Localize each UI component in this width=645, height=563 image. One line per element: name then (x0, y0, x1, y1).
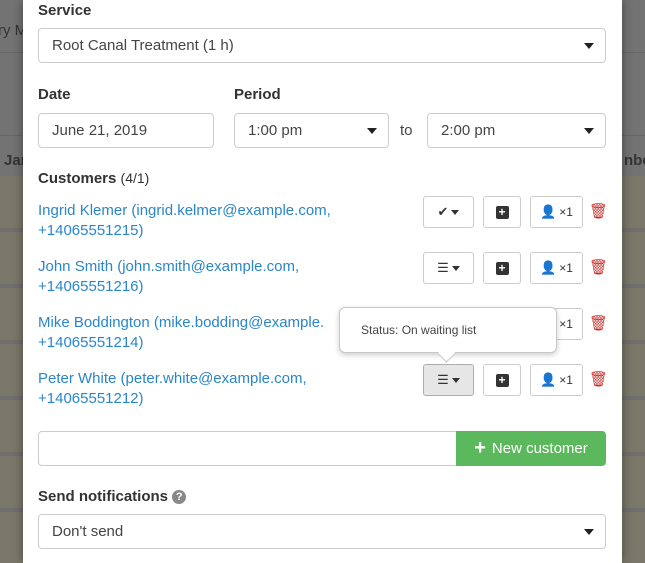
list-icon: ☰ (437, 260, 449, 275)
customer-line1: John Smith (john.smith@example.com, (38, 258, 300, 275)
service-value: Root Canal Treatment (1 h) (52, 37, 234, 54)
trash-icon[interactable]: 🗑 (589, 314, 608, 332)
customer-line1: Ingrid Klemer (ingrid.kelmer@example.com… (38, 202, 331, 219)
service-label: Service (38, 2, 92, 19)
customers-label: Customers (4/1) (38, 170, 149, 187)
caret-down-icon (367, 128, 377, 134)
list-icon: ☰ (437, 372, 449, 387)
notifications-label-text: Send notifications (38, 488, 169, 505)
customer-line2: +14065551214) (38, 334, 144, 351)
customer-line1: Mike Boddington (mike.bodding@example. (38, 314, 325, 331)
customer-search-input[interactable] (38, 431, 463, 466)
help-icon[interactable]: ? (172, 490, 187, 504)
bg-text: nbe (624, 152, 645, 169)
caret-down-icon (451, 209, 460, 215)
check-icon: ✔ (437, 204, 449, 219)
caret-down-icon (584, 128, 594, 134)
user-icon: 👤 (540, 204, 557, 219)
caret-down-icon (451, 377, 460, 383)
period-from-value: 1:00 pm (248, 122, 303, 139)
user-icon: 👤 (540, 372, 557, 387)
persons-button[interactable]: 👤×1 (530, 364, 583, 396)
persons-count: ×1 (559, 205, 573, 219)
period-to-value: 2:00 pm (441, 122, 496, 139)
customer-name-link[interactable]: Ingrid Klemer (ingrid.kelmer@example.com… (38, 201, 331, 241)
customer-line2: +14065551212) (38, 390, 144, 407)
customers-label-text: Customers (38, 170, 117, 187)
date-input[interactable]: June 21, 2019 (38, 113, 214, 148)
customer-name-link[interactable]: Peter White (peter.white@example.com, +14… (38, 369, 307, 409)
caret-down-icon (584, 529, 594, 535)
trash-icon[interactable]: 🗑 (589, 258, 608, 276)
period-from-select[interactable]: 1:00 pm (234, 113, 389, 148)
persons-count: ×1 (559, 317, 573, 331)
plus-square-icon: + (495, 261, 509, 275)
service-select[interactable]: Root Canal Treatment (1 h) (38, 28, 606, 63)
plus-icon: + (474, 437, 486, 459)
status-dropdown-button[interactable]: ☰ (423, 364, 474, 396)
status-tooltip: Status: On waiting list (339, 307, 557, 353)
new-customer-label: New customer (491, 440, 588, 457)
user-icon: 👤 (540, 260, 557, 275)
caret-down-icon (584, 43, 594, 49)
new-customer-button[interactable]: + New customer (456, 431, 606, 466)
trash-icon[interactable]: 🗑 (589, 370, 608, 388)
notifications-label: Send notifications ? (38, 488, 187, 505)
plus-square-icon: + (495, 205, 509, 219)
customer-line2: +14065551216) (38, 278, 144, 295)
appointment-modal: Service Root Canal Treatment (1 h) Date … (23, 0, 622, 563)
persons-button[interactable]: 👤×1 (530, 252, 583, 284)
period-label: Period (234, 86, 281, 103)
extras-button[interactable]: + (483, 252, 521, 284)
status-dropdown-button[interactable]: ✔ (423, 196, 474, 228)
trash-icon[interactable]: 🗑 (589, 202, 608, 220)
customer-line1: Peter White (peter.white@example.com, (38, 370, 307, 387)
notifications-value: Don't send (52, 523, 124, 540)
extras-button[interactable]: + (483, 364, 521, 396)
customers-count: (4/1) (120, 170, 150, 186)
period-to-label: to (400, 122, 413, 139)
plus-square-icon: + (495, 373, 509, 387)
period-to-select[interactable]: 2:00 pm (427, 113, 606, 148)
status-dropdown-button[interactable]: ☰ (423, 252, 474, 284)
date-label: Date (38, 86, 71, 103)
persons-count: ×1 (559, 373, 573, 387)
customer-line2: +14065551215) (38, 222, 144, 239)
persons-button[interactable]: 👤×1 (530, 196, 583, 228)
customer-name-link[interactable]: Mike Boddington (mike.bodding@example. +1… (38, 313, 324, 353)
notifications-select[interactable]: Don't send (38, 514, 606, 549)
caret-down-icon (451, 265, 460, 271)
persons-count: ×1 (559, 261, 573, 275)
extras-button[interactable]: + (483, 196, 521, 228)
customer-name-link[interactable]: John Smith (john.smith@example.com, +1406… (38, 257, 299, 297)
